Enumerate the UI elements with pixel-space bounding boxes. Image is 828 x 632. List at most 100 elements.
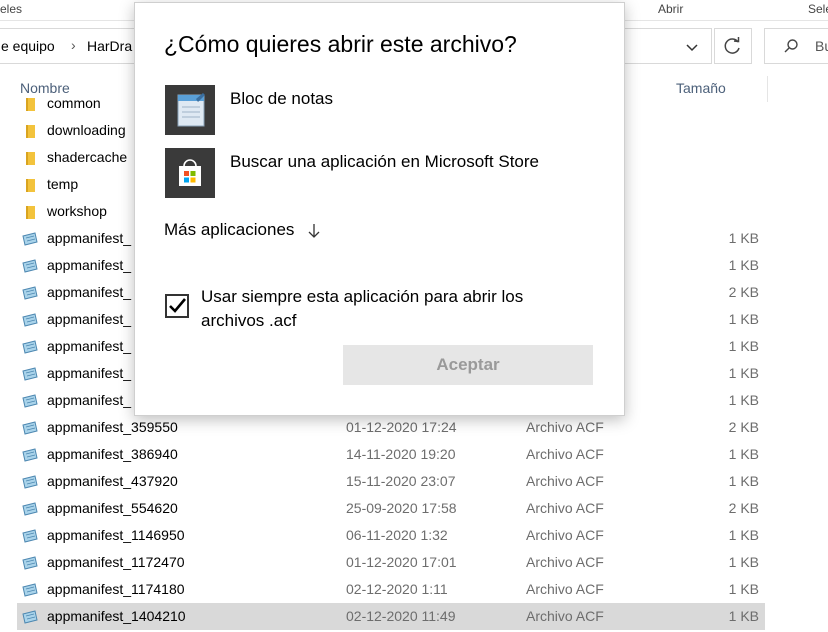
- file-date: 02-12-2020 1:11: [346, 581, 448, 597]
- file-name: appmanifest_: [47, 392, 132, 408]
- file-name: appmanifest_: [47, 311, 132, 327]
- file-name: appmanifest_359550: [47, 419, 178, 435]
- file-name: appmanifest_: [47, 338, 132, 354]
- file-name: appmanifest_554620: [47, 500, 178, 516]
- always-use-checkbox[interactable]: [165, 294, 189, 318]
- folder-icon: [26, 206, 35, 219]
- file-type: Archivo ACF: [526, 500, 604, 516]
- search-placeholder: Bu: [815, 38, 828, 54]
- acf-file-icon: [22, 583, 38, 597]
- file-type: Archivo ACF: [526, 581, 604, 597]
- file-size: 1 KB: [728, 608, 759, 624]
- ribbon-open-label[interactable]: Abrir: [658, 2, 683, 16]
- acf-file-icon: [22, 340, 38, 354]
- file-name: appmanifest_: [47, 365, 132, 381]
- file-name: appmanifest_1172470: [47, 554, 185, 570]
- file-size: 2 KB: [728, 500, 759, 516]
- column-divider[interactable]: [767, 76, 768, 102]
- file-name: appmanifest_: [47, 257, 132, 273]
- acf-file-icon: [22, 556, 38, 570]
- file-size: 1 KB: [728, 311, 759, 327]
- file-date: 06-11-2020 1:32: [346, 527, 448, 543]
- file-name: workshop: [47, 203, 107, 219]
- acf-file-icon: [22, 313, 38, 327]
- file-size: 1 KB: [728, 392, 759, 408]
- app-option-label: Buscar una aplicación en Microsoft Store: [230, 152, 539, 171]
- file-type: Archivo ACF: [526, 608, 604, 624]
- more-apps-label: Más aplicaciones: [164, 220, 295, 239]
- file-size: 2 KB: [728, 419, 759, 435]
- chevron-down-icon[interactable]: [685, 41, 699, 55]
- file-name: appmanifest_1146950: [47, 527, 185, 543]
- file-size: 1 KB: [728, 554, 759, 570]
- file-date: 15-11-2020 23:07: [346, 473, 456, 489]
- file-size: 1 KB: [728, 527, 759, 543]
- file-date: 01-12-2020 17:01: [346, 554, 457, 570]
- file-size: 1 KB: [728, 446, 759, 462]
- always-use-label[interactable]: Usar siempre esta aplicación para abrir …: [201, 285, 581, 333]
- file-name: appmanifest_: [47, 284, 132, 300]
- file-date: 01-12-2020 17:24: [346, 419, 457, 435]
- refresh-icon: [724, 37, 740, 54]
- file-name: temp: [47, 176, 79, 192]
- app-option-store[interactable]: Buscar una aplicación en Microsoft Store: [165, 148, 605, 200]
- acf-file-icon: [22, 502, 38, 516]
- file-row[interactable]: appmanifest_386940 14-11-2020 19:20 Archiv…: [17, 441, 765, 468]
- file-name: appmanifest_386940: [47, 446, 178, 462]
- file-row[interactable]: appmanifest_437920 15-11-2020 23:07 Archiv…: [17, 468, 765, 495]
- file-type: Archivo ACF: [526, 446, 604, 462]
- file-type: Archivo ACF: [526, 554, 604, 570]
- app-option-label: Bloc de notas: [230, 89, 334, 108]
- file-name: appmanifest_1404210: [47, 608, 186, 624]
- acf-file-icon: [22, 448, 38, 462]
- app-option-notepad[interactable]: Bloc de notas: [165, 85, 605, 137]
- file-row[interactable]: appmanifest_1146950 06-11-2020 1:32 Archiv…: [17, 522, 765, 549]
- file-date: 02-12-2020 11:49: [346, 608, 456, 624]
- file-size: 1 KB: [728, 581, 759, 597]
- breadcrumb-equipo[interactable]: e equipo: [1, 38, 55, 54]
- file-row[interactable]: appmanifest_359550 01-12-2020 17:24 Archiv…: [17, 414, 765, 441]
- file-row[interactable]: appmanifest_1172470 01-12-2020 17:01 Archi…: [17, 549, 765, 576]
- acf-file-icon: [22, 232, 38, 246]
- file-type: Archivo ACF: [526, 419, 604, 435]
- folder-icon: [26, 125, 35, 138]
- notepad-icon: [165, 85, 215, 135]
- file-name: shadercache: [47, 149, 128, 165]
- file-date: 25-09-2020 17:58: [346, 500, 457, 516]
- file-name: appmanifest_437920: [47, 473, 178, 489]
- file-name: common: [47, 95, 101, 111]
- file-name: appmanifest_1174180: [47, 581, 185, 597]
- store-icon: [165, 148, 215, 198]
- folder-icon: [26, 98, 35, 111]
- ribbon-select-label[interactable]: Sele: [808, 2, 828, 16]
- ribbon-left-label[interactable]: eles: [0, 2, 22, 16]
- file-size: 1 KB: [728, 473, 759, 489]
- file-row[interactable]: appmanifest_1174180 02-12-2020 1:11 Archiv…: [17, 576, 765, 603]
- file-row[interactable]: appmanifest_554620 25-09-2020 17:58 Archiv…: [17, 495, 765, 522]
- checkmark-icon: [169, 298, 186, 313]
- acf-file-icon: [22, 421, 38, 435]
- acf-file-icon: [22, 367, 38, 381]
- accept-button[interactable]: Aceptar: [343, 345, 593, 385]
- folder-icon: [26, 152, 35, 165]
- file-type: Archivo ACF: [526, 473, 604, 489]
- file-size: 2 KB: [728, 284, 759, 300]
- search-box[interactable]: Bu: [764, 28, 828, 64]
- acf-file-icon: [22, 529, 38, 543]
- file-date: 14-11-2020 19:20: [346, 446, 456, 462]
- breadcrumb-hardrive[interactable]: HarDra: [87, 38, 132, 54]
- acf-file-icon: [22, 610, 38, 624]
- search-icon: [784, 39, 798, 53]
- file-row[interactable]: appmanifest_1404210 02-12-2020 11:49 Archi…: [17, 603, 765, 630]
- acf-file-icon: [22, 286, 38, 300]
- file-size: 1 KB: [728, 365, 759, 381]
- acf-file-icon: [22, 259, 38, 273]
- refresh-button[interactable]: [714, 28, 752, 64]
- acf-file-icon: [22, 475, 38, 489]
- file-name: appmanifest_: [47, 230, 132, 246]
- file-size: 1 KB: [728, 257, 759, 273]
- folder-icon: [26, 179, 35, 192]
- acf-file-icon: [22, 394, 38, 408]
- open-with-dialog: ¿Cómo quieres abrir este archivo? Bloc d…: [134, 2, 625, 416]
- breadcrumb-separator[interactable]: ›: [71, 37, 76, 53]
